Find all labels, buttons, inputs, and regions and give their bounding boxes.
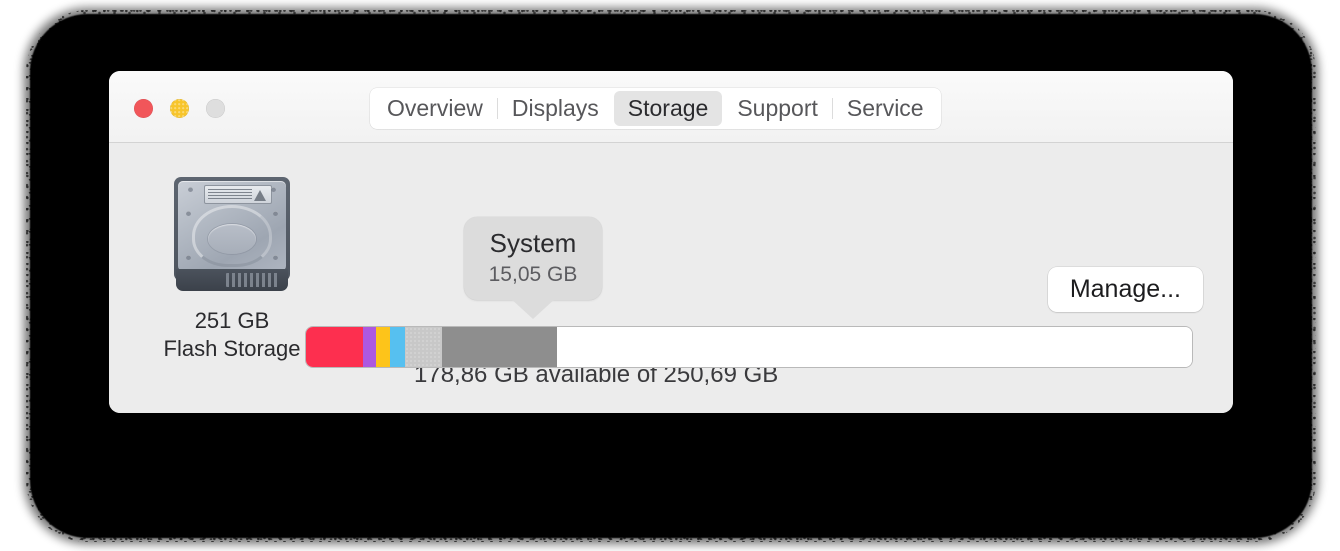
tab-support[interactable]: Support [723, 91, 832, 126]
tab-storage-label: Storage [627, 95, 709, 121]
storage-segment-purple[interactable] [363, 327, 377, 367]
minimize-button-icon[interactable] [170, 99, 189, 118]
storage-segment-yellow[interactable] [376, 327, 391, 367]
manage-button[interactable]: Manage... [1047, 267, 1203, 312]
tab-displays-label: Displays [511, 95, 599, 121]
tab-service-label: Service [846, 95, 924, 121]
zoom-button-icon [206, 99, 225, 118]
screenshot-root: Overview Displays Storage Support Servic… [0, 0, 1340, 551]
storage-segment-blue[interactable] [390, 327, 406, 367]
storage-segment-apps[interactable] [306, 327, 364, 367]
tab-storage[interactable]: Storage [613, 91, 723, 126]
hard-disk-icon [174, 173, 290, 291]
drive-capacity: 251 GB [194, 308, 270, 333]
tab-segmented-control[interactable]: Overview Displays Storage Support Servic… [370, 88, 941, 129]
storage-usage-bar[interactable] [306, 327, 1192, 367]
tooltip-value: 15,05 GB [488, 263, 578, 286]
tab-displays[interactable]: Displays [498, 91, 613, 126]
storage-pane: 251 GB Flash Storage Mac 178,86 GB avail… [109, 143, 1233, 413]
storage-segment-system[interactable] [405, 327, 443, 367]
tab-service[interactable]: Service [833, 91, 938, 126]
about-this-mac-window: Overview Displays Storage Support Servic… [109, 71, 1233, 413]
tab-overview-label: Overview [387, 95, 483, 121]
traffic-light-group [134, 99, 225, 118]
close-button-icon[interactable] [134, 99, 153, 118]
storage-segment-tooltip: System 15,05 GB [464, 217, 602, 319]
tab-overview[interactable]: Overview [373, 91, 497, 126]
storage-segment-other[interactable] [442, 327, 558, 367]
drive-capacity-caption: 251 GB Flash Storage [137, 307, 327, 363]
drive-kind: Flash Storage [163, 336, 301, 361]
drive-summary-column: 251 GB Flash Storage [137, 173, 327, 363]
tooltip-arrow-icon [509, 297, 557, 319]
storage-segment-free [557, 327, 1192, 367]
tooltip-title: System [489, 228, 577, 258]
window-titlebar: Overview Displays Storage Support Servic… [109, 71, 1233, 143]
tab-support-label: Support [737, 95, 818, 121]
